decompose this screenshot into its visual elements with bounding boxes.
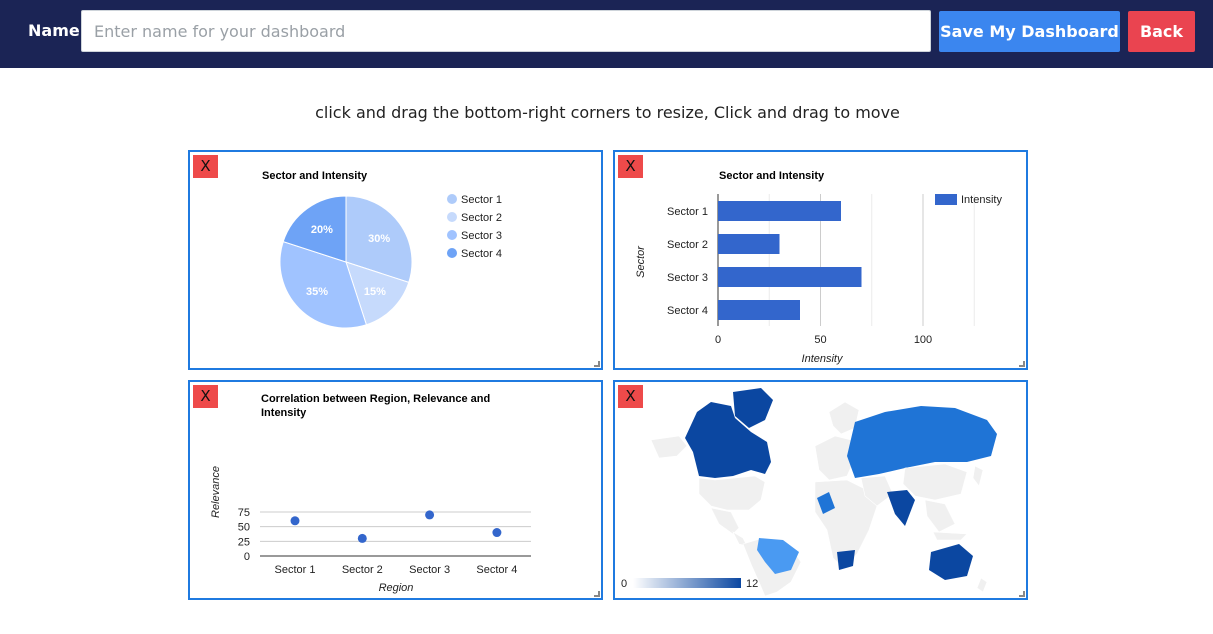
category-label: Sector 4: [667, 305, 708, 317]
chart-title: Sector and Intensity: [262, 170, 368, 182]
widget-geo-map[interactable]: X 0 12: [613, 380, 1028, 600]
legend-label: Intensity: [961, 194, 1002, 206]
country-indonesia: [932, 531, 968, 541]
widget-bar-chart[interactable]: X Sector and Intensity Sector 1 Sector 2S…: [613, 150, 1028, 370]
legend-swatch: [447, 230, 457, 240]
bar: [718, 201, 841, 221]
x-tick-label: Sector 4: [476, 564, 517, 576]
top-bar: Name Save My Dashboard Back: [0, 0, 1213, 68]
country-usa: [698, 475, 766, 511]
country-india: [887, 490, 915, 526]
legend-label: Sector 4: [461, 248, 502, 260]
resize-handle[interactable]: [594, 361, 600, 367]
bar: [718, 267, 862, 287]
country-new-zealand: [976, 577, 988, 593]
bar-chart: Sector and Intensity Sector 1 Sector 2 Sec…: [635, 170, 1002, 365]
y-tick-label: 75: [238, 507, 250, 519]
save-dashboard-button[interactable]: Save My Dashboard: [939, 11, 1120, 52]
y-tick-label: 50: [238, 522, 250, 534]
pie-slice-label: 30%: [368, 233, 390, 245]
legend-label: Sector 1: [461, 194, 502, 206]
y-axis-label: Relevance: [210, 466, 222, 518]
legend-swatch: [447, 194, 457, 204]
chart-title-line-1: Correlation between Region, Relevance an…: [261, 393, 490, 405]
x-axis-label: Region: [379, 582, 414, 594]
y-tick-label: 0: [244, 551, 250, 563]
country-china: [902, 463, 968, 501]
category-label: Sector 2: [667, 239, 708, 251]
scatter-point: [357, 533, 367, 543]
country-alaska: [650, 435, 688, 459]
category-label: Sector 1: [667, 206, 708, 218]
legend-label: Sector 3: [461, 230, 502, 242]
pie-chart: Sector and Intensity 30% 15% 35% 20% Sector…: [262, 170, 502, 329]
map-land: [650, 388, 997, 597]
legend-swatch: [447, 248, 457, 258]
bar: [718, 300, 800, 320]
country-mexico: [710, 507, 740, 535]
x-tick-label: 0: [715, 334, 721, 346]
pie-slice-label: 15%: [364, 286, 386, 298]
instructions-text: click and drag the bottom-right corners …: [315, 103, 900, 122]
pie-slice-label: 35%: [306, 286, 328, 298]
name-label: Name: [28, 21, 80, 40]
legend-max: 12: [746, 578, 758, 590]
chart-title-line-2: Intensity: [261, 407, 307, 419]
category-label: Sector 3: [667, 272, 708, 284]
x-axis-label: Intensity: [802, 353, 844, 365]
legend-label: Sector 2: [461, 212, 502, 224]
legend-swatch: [935, 194, 957, 205]
close-widget-button[interactable]: X: [618, 385, 643, 408]
dashboard-name-input[interactable]: [81, 10, 931, 52]
resize-handle[interactable]: [1019, 591, 1025, 597]
widget-pie-chart[interactable]: X Sector and Intensity 30% 15% 35% 20% Sect…: [188, 150, 603, 370]
scatter-point: [492, 528, 502, 538]
back-button[interactable]: Back: [1128, 11, 1195, 52]
x-tick-label: 100: [914, 334, 932, 346]
x-tick-label: Sector 1: [275, 564, 316, 576]
scatter-point: [290, 516, 300, 526]
chart-title: Sector and Intensity: [719, 170, 825, 182]
close-widget-button[interactable]: X: [193, 155, 218, 178]
resize-handle[interactable]: [1019, 361, 1025, 367]
scatter-chart: Correlation between Region, Relevance an…: [210, 393, 531, 594]
x-tick-label: Sector 3: [409, 564, 450, 576]
country-southeast-asia: [924, 499, 956, 533]
color-legend-bar: [633, 578, 741, 588]
legend-swatch: [447, 212, 457, 222]
country-japan: [972, 465, 984, 487]
pie-slice-label: 20%: [311, 224, 333, 236]
world-map: 0 12: [621, 388, 997, 597]
close-widget-button[interactable]: X: [193, 385, 218, 408]
legend-min: 0: [621, 578, 627, 590]
close-widget-button[interactable]: X: [618, 155, 643, 178]
country-south-africa: [837, 550, 855, 570]
country-australia: [929, 544, 973, 580]
resize-handle[interactable]: [594, 591, 600, 597]
bar: [718, 234, 780, 254]
x-tick-label: 50: [814, 334, 826, 346]
x-tick-label: Sector 2: [342, 564, 383, 576]
widget-scatter-chart[interactable]: X Correlation between Region, Relevance …: [188, 380, 603, 600]
y-axis-label: Sector: [635, 245, 647, 278]
scatter-point: [425, 510, 435, 520]
y-tick-label: 25: [238, 536, 250, 548]
